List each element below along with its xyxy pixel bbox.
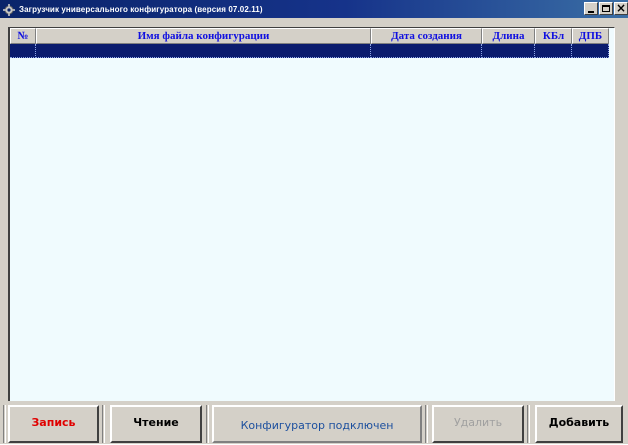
write-button[interactable]: Запись (8, 405, 99, 443)
cell-length (482, 44, 535, 58)
cell-dpb (572, 44, 609, 58)
delete-button-label: Удалить (453, 416, 503, 429)
column-header-filename[interactable]: Имя файла конфигурации (36, 28, 371, 44)
app-window: Загрузчик универсального конфигуратора (… (0, 0, 628, 444)
minimize-button[interactable] (584, 2, 598, 15)
column-header-dpb[interactable]: ДПБ (572, 28, 609, 44)
footer-toolbar: Запись Чтение Конфигуратор подключен Уда… (0, 401, 628, 444)
close-icon: × (616, 1, 627, 15)
connection-status: Конфигуратор подключен (212, 405, 422, 443)
window-title: Загрузчик универсального конфигуратора (… (19, 4, 263, 14)
separator (425, 405, 428, 443)
maximize-icon (602, 5, 610, 12)
maximize-button[interactable] (599, 2, 613, 15)
title-bar[interactable]: Загрузчик универсального конфигуратора (… (0, 0, 628, 18)
separator (206, 405, 209, 443)
table-row[interactable] (10, 44, 609, 58)
grid-header: № Имя файла конфигурации Дата создания Д… (10, 28, 609, 44)
cell-date (371, 44, 482, 58)
config-files-grid[interactable]: № Имя файла конфигурации Дата создания Д… (8, 27, 615, 401)
read-button[interactable]: Чтение (110, 405, 202, 443)
column-header-date[interactable]: Дата создания (371, 28, 482, 44)
separator (3, 405, 6, 443)
column-header-number[interactable]: № (10, 28, 36, 44)
cell-filename (36, 44, 371, 58)
write-button-label: Запись (31, 416, 76, 429)
add-button[interactable]: Добавить (535, 405, 623, 443)
separator (102, 405, 105, 443)
add-button-label: Добавить (548, 416, 610, 429)
column-header-length[interactable]: Длина (482, 28, 535, 44)
column-header-kbl[interactable]: КБл (535, 28, 572, 44)
close-button[interactable]: × (614, 1, 628, 15)
read-button-label: Чтение (133, 416, 179, 429)
window-controls: × (583, 1, 628, 15)
cell-kbl (535, 44, 572, 58)
window-right-edge (615, 18, 628, 401)
cell-number (10, 44, 36, 58)
separator (527, 405, 530, 443)
delete-button[interactable]: Удалить (432, 405, 524, 443)
minimize-icon (588, 11, 594, 13)
gear-icon[interactable] (3, 3, 15, 16)
